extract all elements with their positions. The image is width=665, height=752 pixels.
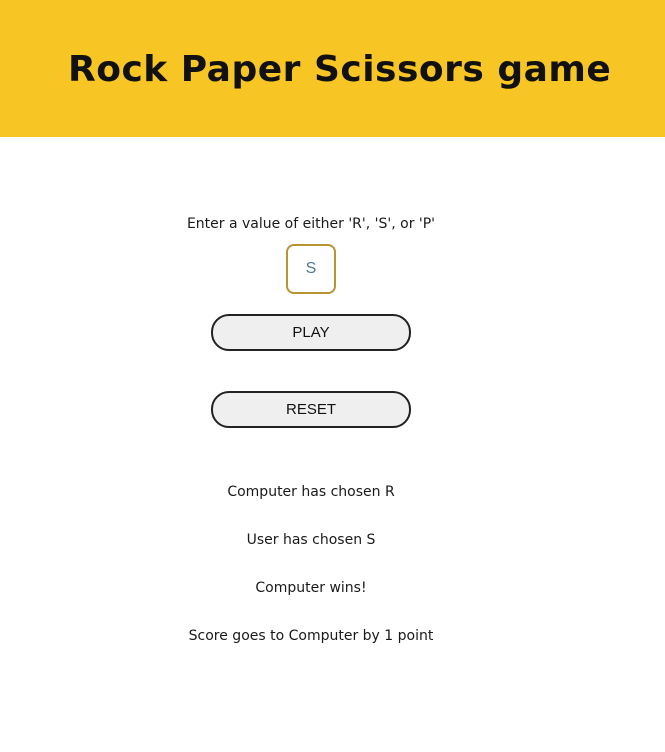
computer-choice-text: Computer has chosen R — [227, 484, 395, 500]
input-prompt: Enter a value of either 'R', 'S', or 'P' — [186, 216, 436, 232]
choice-input[interactable] — [286, 244, 336, 294]
reset-button[interactable]: RESET — [211, 391, 411, 428]
play-button[interactable]: PLAY — [211, 314, 411, 351]
score-text: Score goes to Computer by 1 point — [188, 628, 434, 644]
header-banner: Rock Paper Scissors game — [0, 0, 665, 137]
page-title: Rock Paper Scissors game — [68, 49, 612, 90]
user-choice-text: User has chosen S — [246, 532, 376, 548]
game-panel: Enter a value of either 'R', 'S', or 'P'… — [0, 137, 665, 752]
winner-text: Computer wins! — [255, 580, 367, 596]
